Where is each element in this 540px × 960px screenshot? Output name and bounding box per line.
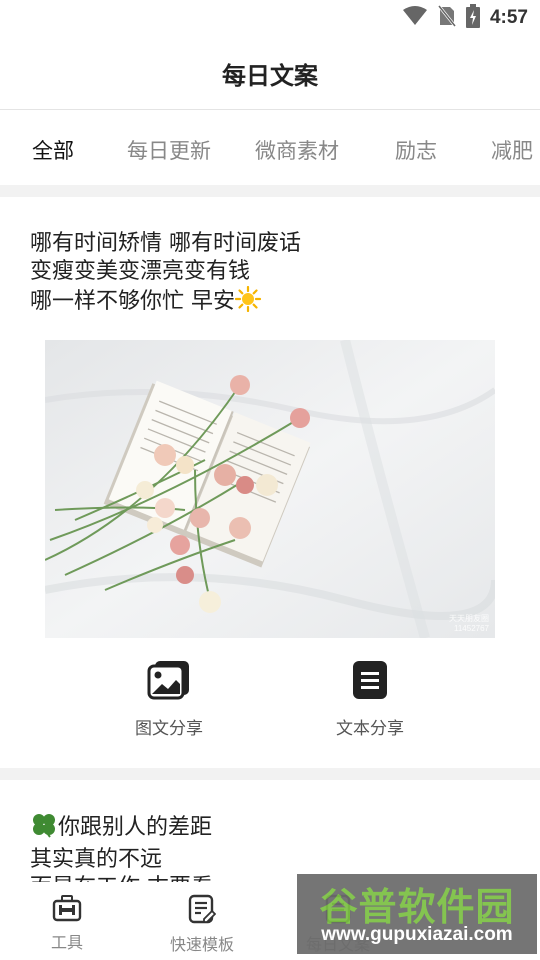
post-text-line: 哪有时间矫情 哪有时间废话 [30, 231, 301, 256]
clover-icon [30, 812, 58, 846]
battery-charging-icon [465, 4, 480, 32]
status-time: 4:57 [489, 7, 528, 28]
post-card: 你跟别人的差距 其实真的不远 而是在工作 末要看 [0, 812, 540, 882]
section-divider [0, 185, 540, 197]
status-bar: 4:57 [0, 0, 540, 36]
tab-weight-loss[interactable]: 减肥 [491, 135, 533, 165]
page-title: 每日文案 [222, 62, 318, 90]
nav-label-tools: 工具 [50, 933, 83, 952]
post-text[interactable]: 哪有时间矫情 哪有时间废话 变瘦变美变漂亮变有钱 哪一样不够你忙 早安 [30, 230, 301, 320]
template-icon [188, 894, 217, 928]
tab-motivation[interactable]: 励志 [395, 135, 437, 165]
image-watermark: 天天朋友圈 11452767 [449, 614, 489, 634]
site-watermark: 谷普软件园 www.gupuxiazai.com [297, 874, 537, 954]
text-share-button[interactable]: 文本分享 [300, 660, 440, 740]
site-watermark-url: www.gupuxiazai.com [321, 924, 513, 945]
category-tab-bar: 全部 每日更新 微商素材 励志 减肥 [0, 111, 540, 185]
post-text-line: 你跟别人的差距 [58, 815, 213, 840]
no-sim-icon [437, 5, 457, 31]
image-share-button[interactable]: 图文分享 [99, 660, 239, 740]
post-text-line: 变瘦变美变漂亮变有钱 [30, 259, 251, 284]
post-text[interactable]: 你跟别人的差距 其实真的不远 而是在工作 末要看 [30, 812, 213, 882]
post-text-line: 哪一样不够你忙 早安 [30, 289, 235, 314]
image-share-icon [147, 661, 191, 704]
status-icons: 4:57 [402, 4, 528, 32]
app-header: 每日文案 [0, 36, 540, 110]
wifi-icon [402, 6, 428, 30]
post-image[interactable]: 天天朋友圈 11452767 [45, 340, 495, 638]
sun-icon [234, 285, 262, 320]
section-divider [0, 768, 540, 780]
image-share-label: 图文分享 [135, 719, 203, 739]
tab-wechat-material[interactable]: 微商素材 [255, 135, 339, 165]
image-watermark-line: 11452767 [454, 624, 489, 633]
post-text-line: 而是在工作 末要看 [30, 874, 213, 882]
tab-daily-update[interactable]: 每日更新 [127, 135, 211, 165]
book-and-flowers-photo [45, 340, 495, 638]
text-share-label: 文本分享 [336, 719, 404, 739]
site-watermark-name: 谷普软件园 [319, 885, 515, 929]
text-share-icon [352, 661, 388, 704]
post-text-line-with-emoji: 你跟别人的差距 [30, 812, 213, 846]
tab-all[interactable]: 全部 [32, 135, 74, 165]
nav-item-templates[interactable]: 快速模板 [142, 894, 262, 955]
nav-label-templates: 快速模板 [169, 935, 234, 954]
image-watermark-line: 天天朋友圈 [449, 614, 489, 623]
post-text-line: 其实真的不远 [30, 847, 163, 872]
post-text-line-with-emoji: 哪一样不够你忙 早安 [30, 285, 301, 320]
nav-item-tools[interactable]: 工具 [7, 894, 127, 953]
toolbox-icon [52, 895, 82, 926]
